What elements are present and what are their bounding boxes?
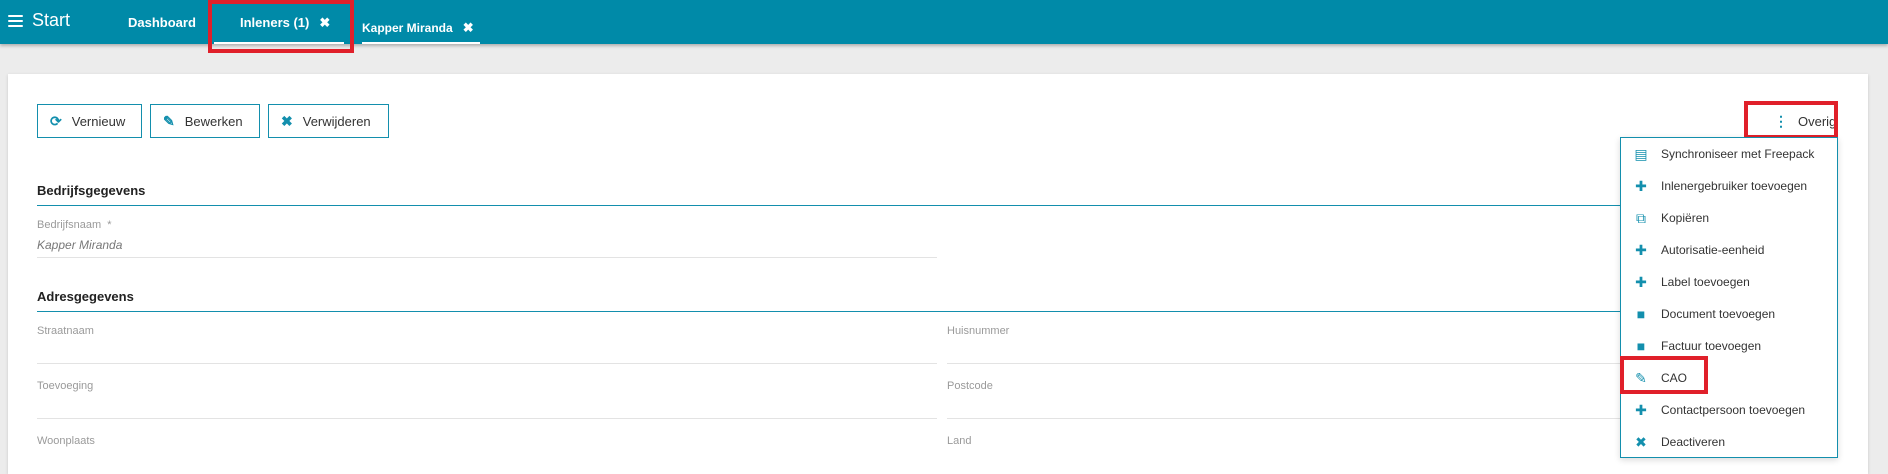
postcode-label: Postcode: [947, 380, 993, 392]
postcode-field[interactable]: [947, 418, 1627, 419]
pencil-icon: ✎: [163, 112, 175, 129]
hamburger-icon: [8, 14, 23, 27]
refresh-button[interactable]: ⟳ Vernieuw: [37, 104, 142, 138]
menu-item-cao[interactable]: ✎ CAO: [1621, 362, 1837, 394]
delete-button[interactable]: ✖ Verwijderen: [268, 104, 389, 138]
menu-item-label: Label toevoegen: [1661, 275, 1750, 289]
plus-icon: ✚: [1635, 241, 1647, 258]
plus-icon: ✚: [1635, 401, 1647, 418]
field-underline: [37, 257, 937, 258]
edit-button[interactable]: ✎ Bewerken: [150, 104, 260, 138]
folder-icon: ■: [1636, 338, 1646, 354]
city-label: Woonplaats: [37, 435, 95, 447]
menu-item-label: Kopiëren: [1661, 211, 1710, 225]
menu-item-add-document[interactable]: ■ Document toevoegen: [1621, 298, 1837, 330]
tab-kapper-miranda-label: Kapper Miranda: [362, 21, 453, 35]
menu-item-add-contact[interactable]: ✚ Contactpersoon toevoegen: [1621, 394, 1837, 426]
detail-card: ⟳ Vernieuw ✎ Bewerken ✖ Verwijderen ⋮ Ov…: [8, 74, 1868, 474]
menu-item-deactivate[interactable]: ✖ Deactiveren: [1621, 426, 1837, 458]
section-divider: [37, 205, 1637, 206]
menu-item-label: Inlenergebruiker toevoegen: [1661, 179, 1808, 193]
house-number-label: Huisnummer: [947, 325, 1010, 337]
vertical-dots-icon: ⋮: [1774, 112, 1788, 129]
menu-item-synchronize[interactable]: ▤ Synchroniseer met Freepack: [1621, 138, 1837, 170]
more-options-menu: ▤ Synchroniseer met Freepack ✚ Inlenerge…: [1620, 137, 1838, 458]
start-menu-button[interactable]: Start: [8, 10, 70, 31]
section-divider: [37, 311, 1637, 312]
section-title-company: Bedrijfsgegevens: [37, 183, 146, 198]
close-icon: ✖: [281, 112, 293, 129]
company-name-value: Kapper Miranda: [37, 238, 123, 252]
company-name-label: Bedrijfsnaam *: [37, 219, 111, 231]
edit-icon: ✎: [1635, 369, 1647, 386]
house-number-field[interactable]: [947, 363, 1627, 364]
menu-item-add-user[interactable]: ✚ Inlenergebruiker toevoegen: [1621, 170, 1837, 202]
street-name-label: Straatnaam: [37, 325, 94, 337]
tab-inleners-label: Inleners (1): [240, 15, 310, 30]
edit-button-label: Bewerken: [184, 113, 243, 129]
copy-icon: ⧉: [1636, 209, 1646, 226]
more-options-label: Overig: [1798, 113, 1837, 129]
street-name-field[interactable]: [37, 363, 937, 364]
menu-item-authorization[interactable]: ✚ Autorisatie-eenheid: [1621, 234, 1837, 266]
menu-item-label: Synchroniseer met Freepack: [1661, 147, 1815, 161]
plus-icon: ✚: [1635, 177, 1647, 194]
menu-item-copy[interactable]: ⧉ Kopiëren: [1621, 202, 1837, 234]
menu-item-label: Deactiveren: [1661, 435, 1726, 449]
addition-field[interactable]: [37, 418, 937, 419]
list-box-icon: ▤: [1634, 145, 1648, 162]
menu-item-add-label[interactable]: ✚ Label toevoegen: [1621, 266, 1837, 298]
country-label: Land: [947, 435, 972, 447]
required-mark: *: [107, 219, 112, 231]
section-title-address: Adresgegevens: [37, 289, 134, 304]
company-name-label-text: Bedrijfsnaam: [37, 219, 102, 231]
refresh-button-label: Vernieuw: [71, 113, 126, 129]
close-icon: ✖: [1635, 433, 1647, 450]
menu-item-add-invoice[interactable]: ■ Factuur toevoegen: [1621, 330, 1837, 362]
folder-icon: ■: [1636, 306, 1646, 322]
close-icon[interactable]: ✖: [319, 15, 330, 31]
more-options-button[interactable]: ⋮ Overig: [1754, 104, 1838, 138]
refresh-icon: ⟳: [50, 112, 62, 129]
start-label: Start: [32, 10, 71, 30]
plus-icon: ✚: [1635, 273, 1647, 290]
addition-label: Toevoeging: [37, 380, 94, 392]
menu-item-label: CAO: [1661, 371, 1688, 385]
menu-item-label: Contactpersoon toevoegen: [1661, 403, 1806, 417]
top-navigation-bar: Start Dashboard Inleners (1) ✖ Kapper Mir…: [0, 0, 1888, 44]
close-icon[interactable]: ✖: [463, 20, 474, 36]
delete-button-label: Verwijderen: [302, 113, 371, 129]
menu-item-label: Factuur toevoegen: [1661, 339, 1762, 353]
tab-dashboard[interactable]: Dashboard: [128, 15, 196, 30]
menu-item-label: Autorisatie-eenheid: [1661, 243, 1765, 257]
tab-inleners[interactable]: Inleners (1) ✖: [214, 15, 344, 44]
tab-dashboard-label: Dashboard: [128, 15, 196, 30]
menu-item-label: Document toevoegen: [1661, 307, 1776, 321]
tab-kapper-miranda[interactable]: Kapper Miranda ✖: [362, 20, 480, 44]
